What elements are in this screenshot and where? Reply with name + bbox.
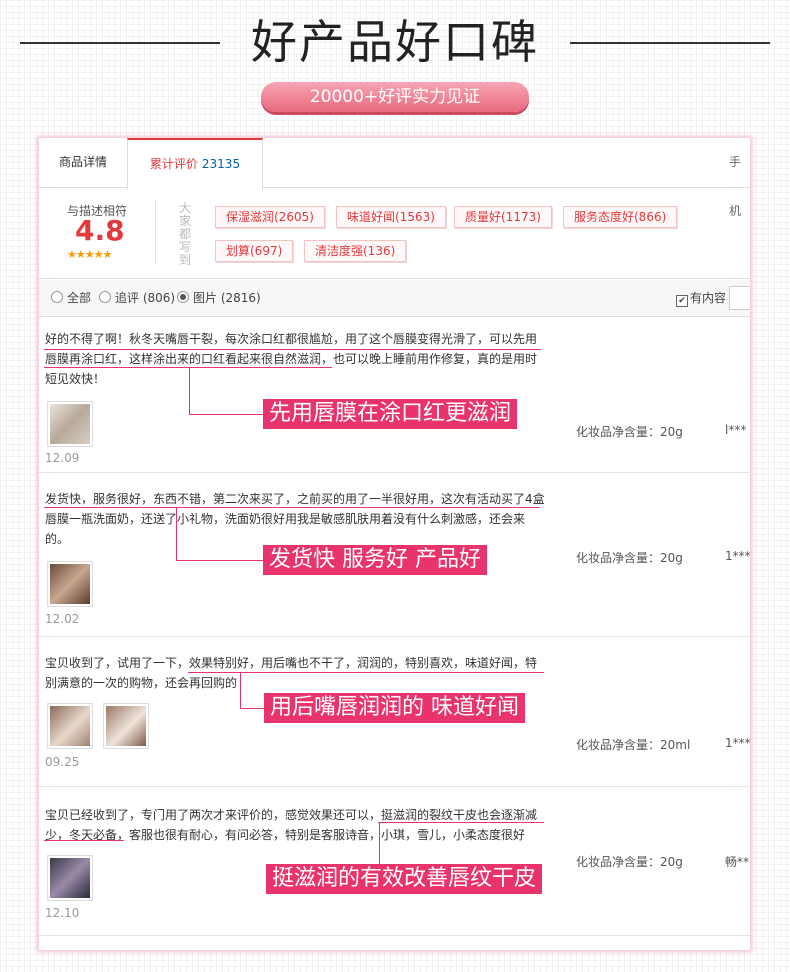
review-text: 发货快，服务很好，东西不错，第二次来买了，之前买的用了一半很好用，这次有活动买了… xyxy=(45,492,545,546)
has-content-checkbox[interactable]: ✔ 有内容 xyxy=(676,280,726,316)
tag-smell-good[interactable]: 味道好闻(1563) xyxy=(336,206,446,228)
tag-service-good[interactable]: 服务态度好(866) xyxy=(563,206,678,228)
review-user: l*** xyxy=(725,423,747,437)
rating-summary: 与描述相符 4.8 ★★★★★ 大家都写到 保湿滋润(2605) 味道好闻(15… xyxy=(39,188,750,279)
review-spec: 化妆品净含量：20ml xyxy=(576,738,691,752)
callout-label: 用后嘴唇润润的 味道好闻 xyxy=(264,693,525,723)
tag-cleansing[interactable]: 清洁度强(136) xyxy=(304,240,407,262)
filter-followup[interactable]: 追评 (806) xyxy=(99,280,175,316)
review-spec: 化妆品净含量：20g xyxy=(576,551,683,565)
star-rating: ★★★★★ xyxy=(67,248,112,261)
review-item: 宝贝已经收到了，专门用了两次才来评价的，感觉效果还可以，挺滋润的裂纹干皮也会逐渐… xyxy=(39,787,750,936)
review-user: 1*** xyxy=(725,736,750,750)
review-date: 12.09 xyxy=(45,451,80,465)
callout-label: 挺滋润的有效改善唇纹干皮 xyxy=(266,864,543,894)
review-photo[interactable] xyxy=(103,703,149,749)
summary-divider xyxy=(155,200,156,264)
callout-underline xyxy=(378,822,544,823)
radio-icon xyxy=(99,291,111,303)
review-photo[interactable] xyxy=(47,855,93,901)
review-spec: 化妆品净含量：20g xyxy=(576,425,683,439)
tab-mobile[interactable]: 手机 xyxy=(729,138,750,218)
review-text: 宝贝收到了，试用了一下，效果特别好，用后嘴也不干了，润润的，特别喜欢，味道好闻，… xyxy=(45,656,538,690)
callout-underline xyxy=(188,672,544,673)
review-photo[interactable] xyxy=(47,703,93,749)
reviews-panel: 商品详情 累计评价 23135 手机 与描述相符 4.8 ★★★★★ 大家都写到 … xyxy=(39,138,750,950)
tab-reviews-count: 23135 xyxy=(201,157,241,171)
radio-selected-icon xyxy=(177,291,189,303)
callout-underline xyxy=(44,507,540,508)
review-text: 宝贝已经收到了，专门用了两次才来评价的，感觉效果还可以，挺滋润的裂纹干皮也会逐渐… xyxy=(45,808,538,842)
tags-heading: 大家都写到 xyxy=(179,201,192,267)
tab-bar: 商品详情 累计评价 23135 手机 xyxy=(39,138,750,218)
review-photo[interactable] xyxy=(47,401,93,447)
review-user: 1*** xyxy=(725,549,750,563)
filter-all-label: 全部 xyxy=(67,291,92,305)
callout-connector xyxy=(240,708,264,709)
filter-pictures[interactable]: 图片 (2816) xyxy=(177,280,261,316)
tab-reviews[interactable]: 累计评价 23135 xyxy=(127,138,263,190)
filter-followup-label: 追评 (806) xyxy=(115,291,176,305)
review-date: 12.02 xyxy=(45,612,80,626)
tab-product-details[interactable]: 商品详情 xyxy=(59,138,107,187)
score-value: 4.8 xyxy=(75,214,125,247)
filter-pictures-label: 图片 (2816) xyxy=(193,291,261,305)
callout-underline xyxy=(44,367,332,368)
review-text: 好的不得了啊！秋冬天嘴唇干裂，每次涂口红都很尴尬，用了这个唇膜变得光滑了，可以先… xyxy=(45,332,538,386)
filter-bar: 全部 追评 (806) 图片 (2816) ✔ 有内容 xyxy=(39,280,750,317)
callout-label: 发货快 服务好 产品好 xyxy=(263,545,487,575)
callout-connector xyxy=(176,508,177,560)
callout-label: 先用唇膜在涂口红更滋润 xyxy=(263,399,518,429)
callout-connector xyxy=(240,673,241,708)
review-spec: 化妆品净含量：20g xyxy=(576,855,683,869)
tag-moisturizing[interactable]: 保湿滋润(2605) xyxy=(215,206,325,228)
tab-reviews-label: 累计评价 xyxy=(149,157,198,171)
tag-good-value[interactable]: 划算(697) xyxy=(215,240,294,262)
callout-underline xyxy=(44,349,541,350)
callout-connector xyxy=(176,560,263,561)
filter-all[interactable]: 全部 xyxy=(51,280,91,316)
subtitle-badge: 20000+好评实力见证 xyxy=(261,82,529,112)
page-title: 好产品好口碑 xyxy=(251,15,539,69)
review-user: 畅** xyxy=(725,855,750,869)
review-date: 09.25 xyxy=(45,755,80,769)
radio-icon xyxy=(51,291,63,303)
callout-underline xyxy=(44,840,124,841)
review-photo[interactable] xyxy=(47,561,93,607)
callout-connector xyxy=(189,414,263,415)
review-date: 12.10 xyxy=(45,906,80,920)
tag-quality-good[interactable]: 质量好(1173) xyxy=(454,206,552,228)
sort-dropdown[interactable] xyxy=(729,286,750,310)
callout-connector xyxy=(189,368,190,414)
has-content-label: 有内容 xyxy=(690,291,727,305)
review-item: 好的不得了啊！秋冬天嘴唇干裂，每次涂口红都很尴尬，用了这个唇膜变得光滑了，可以先… xyxy=(39,317,750,473)
checkbox-checked-icon: ✔ xyxy=(676,295,688,307)
